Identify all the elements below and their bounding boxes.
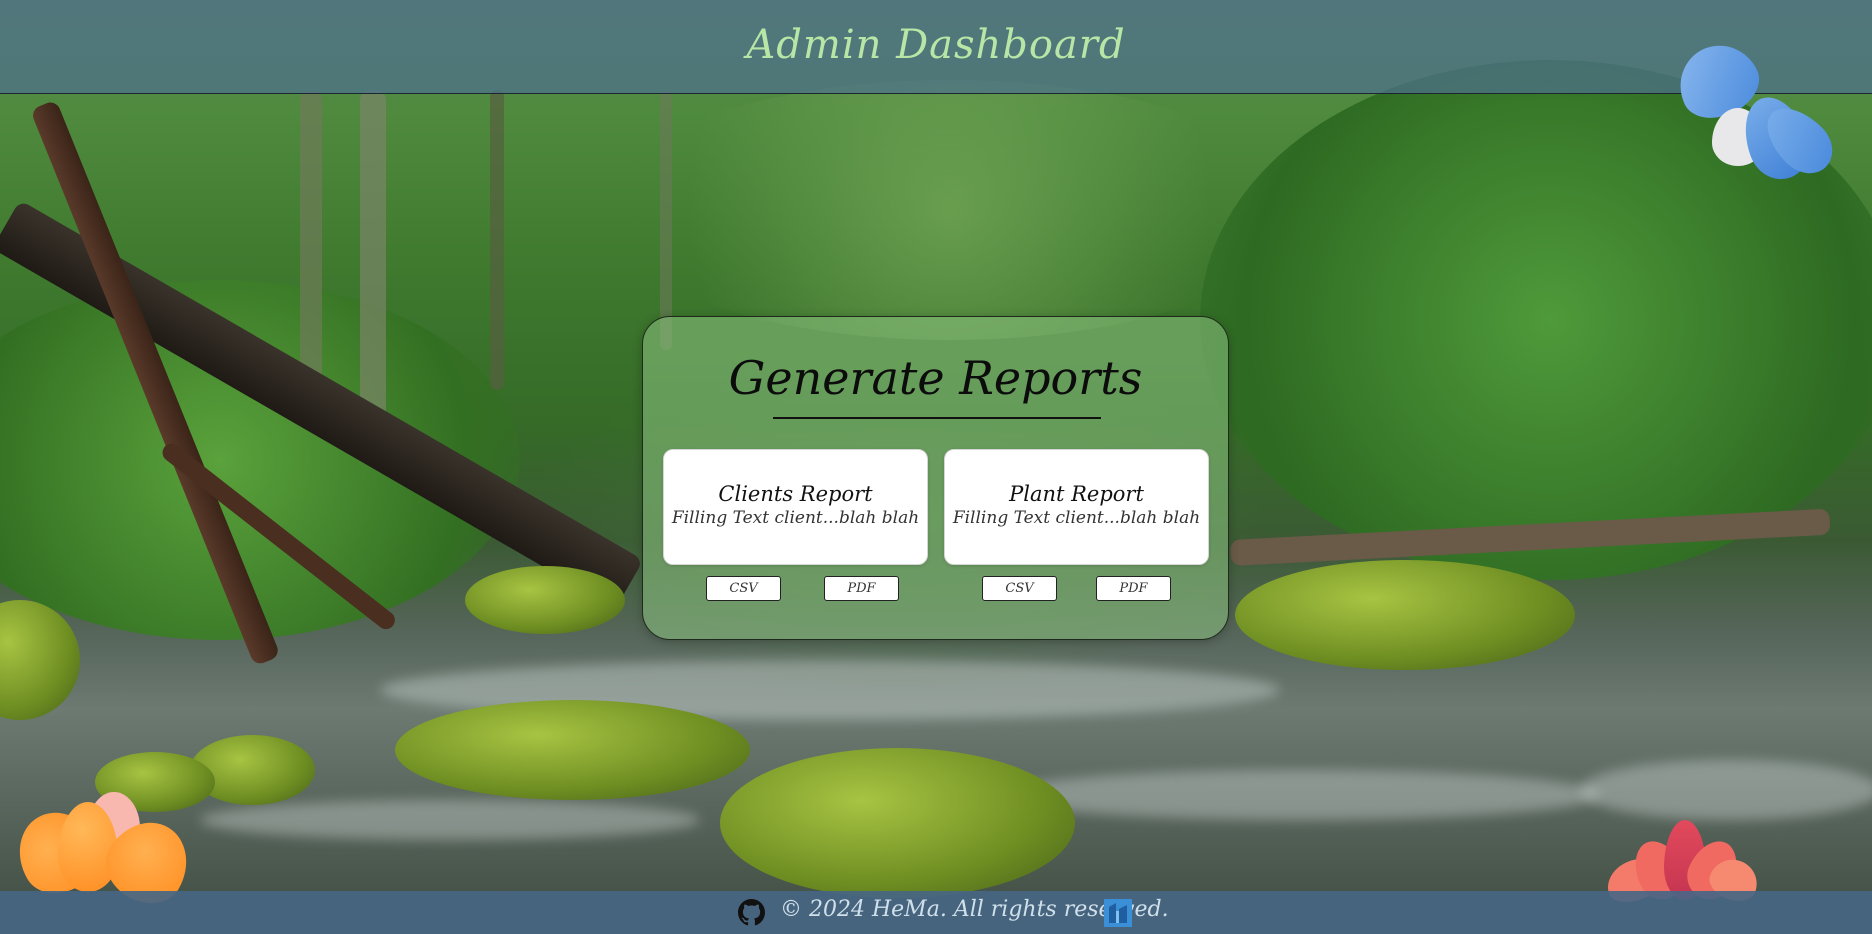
clients-pdf-button[interactable]: PDF [824, 576, 899, 601]
clients-csv-button[interactable]: CSV [706, 576, 781, 601]
plant-csv-button[interactable]: CSV [982, 576, 1057, 601]
clients-report-title: Clients Report [718, 482, 873, 506]
reports-heading: Generate Reports [728, 351, 1143, 405]
flower-orange-decoration [3, 792, 203, 917]
plant-report-box: Plant Report Filling Text client...blah … [944, 449, 1209, 565]
clients-report-box: Clients Report Filling Text client...bla… [663, 449, 928, 565]
page-title: Admin Dashboard [746, 21, 1126, 68]
plant-report-title: Plant Report [1009, 482, 1144, 506]
site-icon[interactable] [1104, 899, 1132, 927]
footer-bar: © 2024 HeMa. All rights reserved. [0, 891, 1872, 934]
plant-pdf-button[interactable]: PDF [1096, 576, 1171, 601]
header-bar: Admin Dashboard [0, 0, 1872, 94]
flower-blue-decoration [1666, 32, 1844, 188]
plant-report-description: Filling Text client...blah blah [952, 508, 1201, 528]
clients-report-description: Filling Text client...blah blah [671, 508, 920, 528]
generate-reports-card: Generate Reports Clients Report Filling … [642, 316, 1229, 640]
github-icon[interactable] [738, 899, 765, 926]
heading-underline [773, 417, 1101, 419]
